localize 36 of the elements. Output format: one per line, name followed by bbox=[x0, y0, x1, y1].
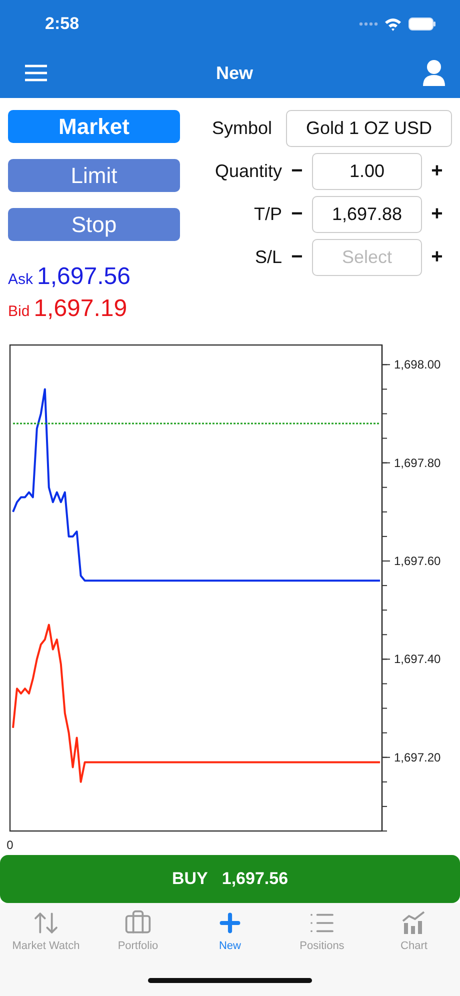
quote-price: 1,697.56 bbox=[37, 263, 130, 291]
order-type-button[interactable]: Limit bbox=[8, 159, 180, 192]
order-type-button[interactable]: Stop bbox=[8, 208, 180, 241]
quote-label: Bid bbox=[8, 303, 30, 320]
field-label: S/L bbox=[254, 247, 282, 268]
quote-label: Ask bbox=[8, 271, 34, 288]
increment-button[interactable]: + bbox=[422, 203, 452, 226]
field-label: Symbol bbox=[210, 118, 274, 139]
decrement-button[interactable]: − bbox=[282, 203, 312, 226]
input-field[interactable]: Select bbox=[312, 239, 422, 276]
signal-icon bbox=[358, 21, 378, 27]
input-field[interactable]: 1,697.88 bbox=[312, 196, 422, 233]
symbol-picker[interactable]: Gold 1 OZ USD bbox=[286, 110, 452, 147]
decrement-button[interactable]: − bbox=[282, 160, 312, 183]
field-label: Quantity bbox=[214, 161, 282, 182]
axis-label: 1,697.80 bbox=[394, 456, 441, 470]
buy-button[interactable]: BUY 1,697.56 bbox=[0, 855, 460, 903]
decrement-button[interactable]: − bbox=[282, 246, 312, 269]
axis-label: 1,697.40 bbox=[394, 652, 441, 666]
menu-icon[interactable] bbox=[25, 64, 47, 82]
axis-label: 1,697.20 bbox=[394, 750, 441, 764]
user-icon[interactable] bbox=[422, 59, 446, 87]
axis-label: 1,697.60 bbox=[394, 554, 441, 568]
tab-bar-item[interactable]: New bbox=[186, 909, 274, 952]
quote-price: 1,697.19 bbox=[34, 295, 128, 323]
wifi-icon bbox=[384, 17, 402, 31]
field-label: T/P bbox=[252, 204, 282, 225]
axis-label: 1,698.00 bbox=[394, 358, 441, 372]
axis-label: 0 bbox=[6, 838, 14, 852]
status-time: 2:58 bbox=[45, 14, 80, 34]
increment-button[interactable]: + bbox=[422, 160, 452, 183]
input-field[interactable]: 1.00 bbox=[312, 153, 422, 190]
battery-icon bbox=[408, 17, 436, 31]
increment-button[interactable]: + bbox=[422, 246, 452, 269]
screen-title: New bbox=[216, 62, 253, 84]
order-type-button[interactable]: Market bbox=[8, 110, 180, 143]
